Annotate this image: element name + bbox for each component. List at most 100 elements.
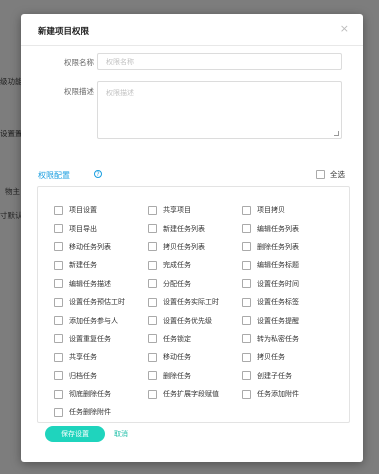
permission-item[interactable]: 共享项目 — [148, 201, 242, 219]
checkbox-icon[interactable] — [242, 260, 251, 270]
permission-label: 归档任务 — [69, 371, 97, 380]
background-text: 设置置 — [0, 129, 23, 138]
checkbox-icon[interactable] — [148, 260, 157, 270]
checkbox-icon[interactable] — [148, 224, 157, 234]
checkbox-icon[interactable] — [54, 205, 63, 215]
permission-item[interactable]: 完成任务 — [148, 256, 242, 274]
permission-label: 编辑任务标题 — [257, 261, 299, 270]
permission-item[interactable]: 删除任务 — [148, 367, 242, 385]
permission-item[interactable]: 共享任务 — [54, 348, 148, 366]
checkbox-icon[interactable] — [54, 389, 63, 399]
checkbox-icon[interactable] — [242, 352, 251, 362]
save-button[interactable]: 保存设置 — [45, 426, 105, 442]
checkbox-icon[interactable] — [148, 334, 157, 344]
permission-item[interactable]: 项目拷贝 — [242, 201, 336, 219]
permission-desc-textarea[interactable] — [97, 81, 342, 139]
permission-label: 编辑任务描述 — [69, 279, 111, 288]
close-icon[interactable]: × — [340, 23, 349, 34]
checkbox-icon[interactable] — [54, 352, 63, 362]
permission-item[interactable]: 设置任务提醒 — [242, 311, 336, 329]
permission-item[interactable]: 新建任务列表 — [148, 219, 242, 237]
permission-list: 项目设置 共享项目 项目拷贝项目导出 新建任务列表 编辑任务列表移动任务列表 拷贝任务列表… — [37, 186, 350, 423]
checkbox-icon[interactable] — [54, 334, 63, 344]
permission-item[interactable]: 归档任务 — [54, 367, 148, 385]
checkbox-icon[interactable] — [148, 205, 157, 215]
cancel-button[interactable]: 取消 — [114, 426, 128, 442]
checkbox-icon[interactable] — [148, 389, 157, 399]
permission-label: 任务添加附件 — [257, 390, 299, 399]
permission-label: 转为私密任务 — [257, 334, 299, 343]
permission-item[interactable]: 删除任务列表 — [242, 238, 336, 256]
permission-item[interactable]: 新建任务 — [54, 256, 148, 274]
background-text: 物主 — [5, 187, 20, 196]
permission-label: 编辑任务列表 — [257, 224, 299, 233]
checkbox-icon[interactable] — [148, 352, 157, 362]
permission-item[interactable]: 设置任务时间 — [242, 275, 336, 293]
permission-item[interactable]: 移动任务列表 — [54, 238, 148, 256]
select-all-checkbox[interactable]: 全选 — [316, 169, 345, 180]
permission-item[interactable]: 任务锁定 — [148, 330, 242, 348]
permission-item[interactable]: 彻底删除任务 — [54, 385, 148, 403]
permission-label: 设置任务标签 — [257, 298, 299, 307]
permission-item[interactable]: 移动任务 — [148, 348, 242, 366]
checkbox-icon[interactable] — [148, 242, 157, 252]
checkbox-icon[interactable] — [242, 297, 251, 307]
permission-name-input[interactable] — [97, 53, 342, 70]
permission-item[interactable]: 创建子任务 — [242, 367, 336, 385]
permission-item[interactable]: 项目设置 — [54, 201, 148, 219]
permission-label: 添加任务参与人 — [69, 316, 118, 325]
permission-label: 项目设置 — [69, 206, 97, 215]
permission-item[interactable]: 任务添加附件 — [242, 385, 336, 403]
permission-label: 新建任务 — [69, 261, 97, 270]
permission-label: 新建任务列表 — [163, 224, 205, 233]
permission-item[interactable]: 项目导出 — [54, 219, 148, 237]
permission-label: 项目拷贝 — [257, 206, 285, 215]
permission-item[interactable]: 设置任务标签 — [242, 293, 336, 311]
resize-handle-icon[interactable] — [334, 131, 339, 136]
permission-item[interactable]: 设置任务优先级 — [148, 311, 242, 329]
checkbox-icon[interactable] — [242, 389, 251, 399]
permission-item[interactable]: 任务删除附件 — [54, 403, 148, 421]
permission-item[interactable]: 任务扩展字段赋值 — [148, 385, 242, 403]
permission-item[interactable]: 添加任务参与人 — [54, 311, 148, 329]
permission-item[interactable]: 转为私密任务 — [242, 330, 336, 348]
permission-label: 项目导出 — [69, 224, 97, 233]
checkbox-icon[interactable] — [148, 371, 157, 381]
permission-name-label: 权限名称 — [64, 58, 94, 67]
checkbox-icon[interactable] — [242, 205, 251, 215]
help-icon[interactable]: ? — [94, 170, 102, 178]
permission-item[interactable]: 设置任务预估工时 — [54, 293, 148, 311]
checkbox-icon[interactable] — [316, 170, 325, 179]
checkbox-icon[interactable] — [54, 297, 63, 307]
checkbox-icon[interactable] — [242, 334, 251, 344]
checkbox-icon[interactable] — [54, 371, 63, 381]
permission-desc-label: 权限描述 — [64, 87, 94, 96]
permission-item[interactable]: 编辑任务列表 — [242, 219, 336, 237]
checkbox-icon[interactable] — [54, 242, 63, 252]
checkbox-icon[interactable] — [148, 279, 157, 289]
checkbox-icon[interactable] — [54, 260, 63, 270]
permission-item[interactable]: 拷贝任务列表 — [148, 238, 242, 256]
checkbox-icon[interactable] — [148, 297, 157, 307]
checkbox-icon[interactable] — [242, 279, 251, 289]
checkbox-icon[interactable] — [242, 316, 251, 326]
checkbox-icon[interactable] — [242, 371, 251, 381]
permission-label: 删除任务列表 — [257, 242, 299, 251]
permission-item[interactable]: 编辑任务标题 — [242, 256, 336, 274]
permission-item[interactable]: 分配任务 — [148, 275, 242, 293]
permission-item[interactable]: 编辑任务描述 — [54, 275, 148, 293]
permission-label: 移动任务 — [163, 353, 191, 362]
permission-item[interactable]: 设置任务实际工时 — [148, 293, 242, 311]
checkbox-icon[interactable] — [54, 279, 63, 289]
checkbox-icon[interactable] — [54, 224, 63, 234]
permission-label: 彻底删除任务 — [69, 390, 111, 399]
checkbox-icon[interactable] — [54, 316, 63, 326]
permission-label: 移动任务列表 — [69, 242, 111, 251]
checkbox-icon[interactable] — [148, 316, 157, 326]
checkbox-icon[interactable] — [242, 242, 251, 252]
checkbox-icon[interactable] — [54, 407, 63, 417]
checkbox-icon[interactable] — [242, 224, 251, 234]
permission-item[interactable]: 拷贝任务 — [242, 348, 336, 366]
permission-item[interactable]: 设置重复任务 — [54, 330, 148, 348]
permission-label: 设置任务优先级 — [163, 316, 212, 325]
